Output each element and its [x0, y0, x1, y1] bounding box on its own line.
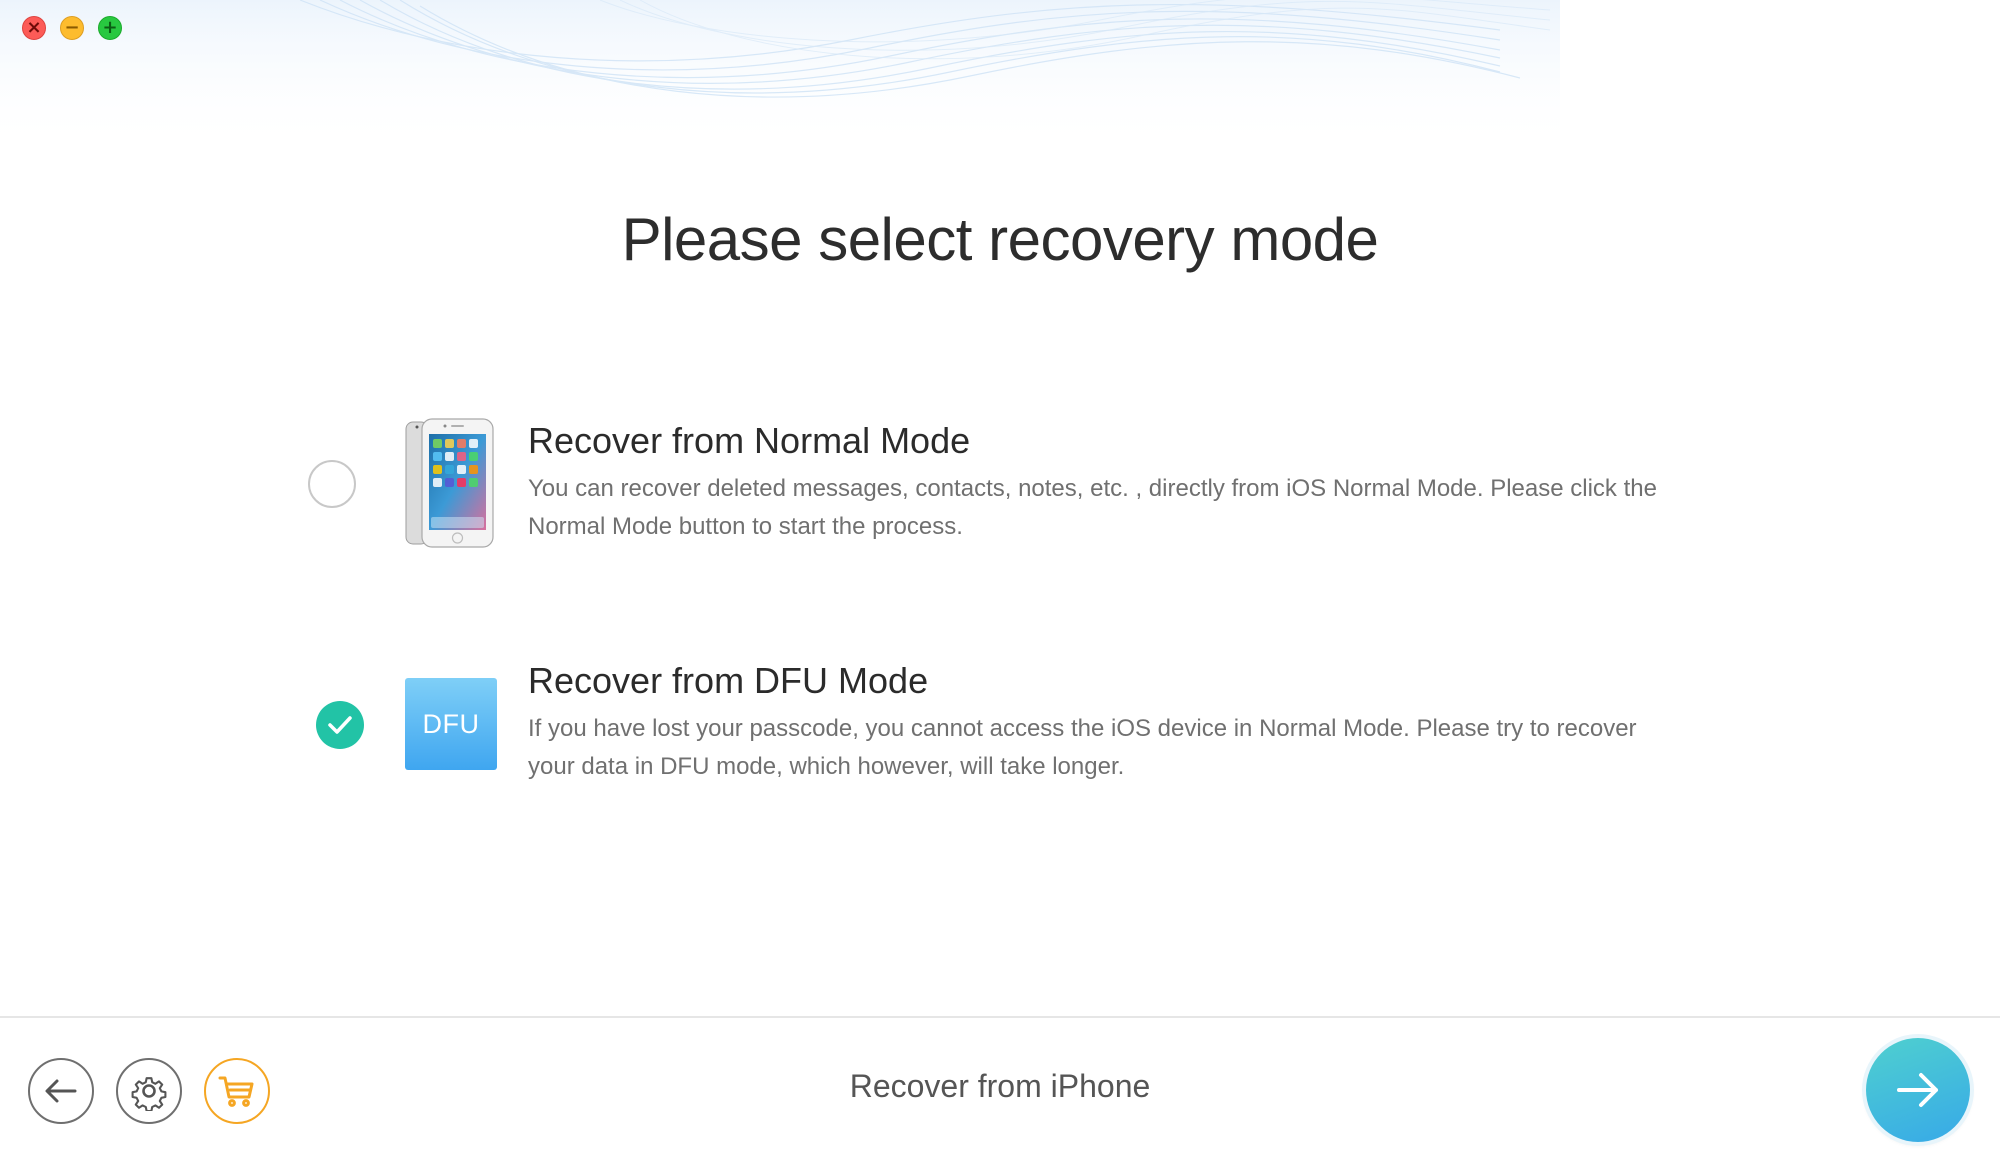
- app-window: × − + Please select recovery mode Recove…: [0, 0, 2000, 1160]
- next-button[interactable]: [1866, 1038, 1970, 1142]
- normal-mode-description: You can recover deleted messages, contac…: [528, 475, 1657, 540]
- option-dfu-mode[interactable]: DFU Recover from DFU Mode If you have lo…: [300, 650, 1700, 790]
- dfu-mode-description: If you have lost your passcode, you cann…: [528, 715, 1637, 780]
- normal-mode-title: Recover from Normal Mode: [528, 420, 971, 461]
- dfu-icon: DFU: [405, 678, 497, 770]
- header-wave-decoration: [0, 0, 1560, 150]
- window-close-button[interactable]: ×: [22, 16, 46, 40]
- dfu-mode-radio-checked[interactable]: [316, 701, 364, 749]
- iphone-icon: [405, 418, 495, 553]
- dfu-mode-title: Recover from DFU Mode: [528, 660, 929, 701]
- footer-title: Recover from iPhone: [849, 1068, 1151, 1104]
- arrow-right-icon: [1897, 1073, 1938, 1107]
- window-minimize-button[interactable]: −: [60, 16, 84, 40]
- option-normal-mode[interactable]: Recover from Normal Mode You can recover…: [300, 410, 1700, 550]
- window-controls: × − +: [22, 16, 122, 40]
- checkmark-icon: [328, 716, 352, 734]
- window-maximize-button[interactable]: +: [98, 16, 122, 40]
- normal-mode-radio[interactable]: [308, 460, 356, 508]
- footer-bar: Recover from iPhone: [0, 1016, 2000, 1160]
- page-title: Please select recovery mode: [621, 206, 1379, 273]
